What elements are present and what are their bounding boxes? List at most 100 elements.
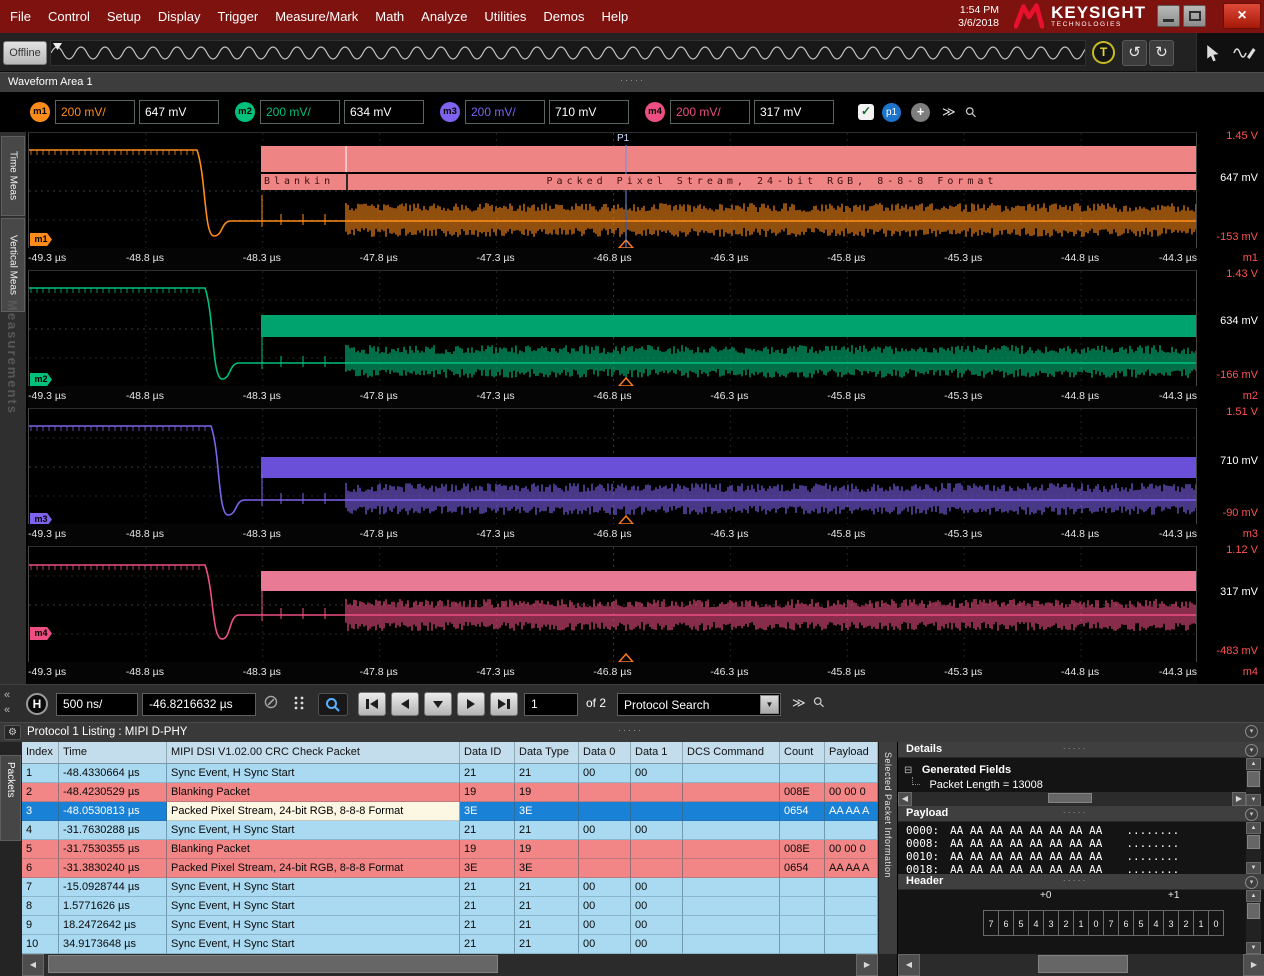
protocol-listing-titlebar[interactable]: ⚙ Protocol 1 Listing : MIPI D-PHY ····· … <box>0 722 1264 742</box>
table-row[interactable]: 3-48.0530813 µsPacked Pixel Stream, 24-b… <box>22 802 878 821</box>
channel-scale-field-m3[interactable]: 200 mV/ <box>465 100 545 124</box>
page-number-field[interactable]: 1 <box>524 693 578 716</box>
more-chevron-icon[interactable]: ≫ <box>792 695 806 711</box>
more-chevron-icon[interactable]: ≫ <box>942 104 956 120</box>
offline-button[interactable]: Offline <box>3 41 47 65</box>
scroll-up-icon[interactable]: ▲ <box>1246 758 1261 770</box>
column-header[interactable]: Time <box>59 742 167 764</box>
payload-titlebar[interactable]: Payload ····· ▾ <box>898 806 1264 822</box>
menu-help[interactable]: Help <box>602 9 629 24</box>
tab-selected-packet-information[interactable]: Selected Packet Information <box>878 742 897 954</box>
waveform-plot-m4[interactable]: m4 <box>28 546 1197 662</box>
horizontal-delay-strip[interactable] <box>50 40 1086 66</box>
channel-badge-m2[interactable]: m2 <box>235 102 255 122</box>
vertical-scrollbar[interactable]: ▲▼ <box>1246 822 1261 874</box>
table-row[interactable]: 1-48.4330664 µsSync Event, H Sync Start2… <box>22 764 878 783</box>
table-row[interactable]: 918.2472642 µsSync Event, H Sync Start21… <box>22 916 878 935</box>
table-row[interactable]: 6-31.3830240 µsPacked Pixel Stream, 24-b… <box>22 859 878 878</box>
collapse-panel-control[interactable]: « « <box>4 688 10 718</box>
pin-icon[interactable]: ⚲ <box>961 102 980 121</box>
scrollbar-thumb[interactable] <box>1048 793 1092 803</box>
redo-button[interactable]: ↻ <box>1149 40 1174 66</box>
scrollbar-thumb[interactable] <box>1247 835 1260 849</box>
settings-gear-button[interactable]: ⚙ <box>4 725 21 740</box>
table-row[interactable]: 5-31.7530355 µsBlanking Packet1919008E00… <box>22 840 878 859</box>
waveform-plot-m3[interactable]: m3 <box>28 408 1197 524</box>
column-header[interactable]: Data 1 <box>631 742 683 764</box>
grid-dots-icon[interactable] <box>292 695 306 716</box>
cursor-p1-label[interactable]: P1 <box>617 133 629 144</box>
channel-offset-field-m1[interactable]: 647 mV <box>139 100 219 124</box>
horizontal-scrollbar[interactable]: ◀▶ <box>898 792 1246 806</box>
menu-display[interactable]: Display <box>158 9 201 24</box>
channel-offset-field-m2[interactable]: 634 mV <box>344 100 424 124</box>
menu-measure-mark[interactable]: Measure/Mark <box>275 9 358 24</box>
scroll-down-icon[interactable]: ▼ <box>1246 942 1261 954</box>
menu-trigger[interactable]: Trigger <box>217 9 258 24</box>
zoom-off-icon[interactable]: ⊘ <box>263 691 279 714</box>
display-checkbox[interactable]: ✓ <box>858 104 874 120</box>
scroll-down-icon[interactable]: ▼ <box>1246 794 1261 806</box>
channel-badge-m4[interactable]: m4 <box>645 102 665 122</box>
tab-packets[interactable]: Packets <box>0 755 21 841</box>
menu-math[interactable]: Math <box>375 9 404 24</box>
column-header[interactable]: Data ID <box>460 742 515 764</box>
vertical-scrollbar[interactable]: ▲▼ <box>1246 890 1261 954</box>
channel-scale-field-m2[interactable]: 200 mV/ <box>260 100 340 124</box>
scroll-right-icon[interactable]: ▶ <box>856 954 878 976</box>
menu-demos[interactable]: Demos <box>543 9 584 24</box>
pin-icon[interactable]: ⚲ <box>809 693 828 712</box>
timebase-position-field[interactable]: -46.8216632 µs <box>142 693 256 716</box>
column-header[interactable]: DCS Command <box>683 742 780 764</box>
channel-scale-field-m4[interactable]: 200 mV/ <box>670 100 750 124</box>
scroll-right-icon[interactable]: ▶ <box>1243 954 1264 976</box>
add-button[interactable]: + <box>911 103 930 122</box>
column-header[interactable]: MIPI DSI V1.02.00 CRC Check Packet <box>167 742 460 764</box>
table-row[interactable]: 4-31.7630288 µsSync Event, H Sync Start2… <box>22 821 878 840</box>
p1-marker-badge[interactable]: p1 <box>882 103 901 122</box>
horizontal-settings-button[interactable]: H <box>26 693 48 715</box>
minimize-button[interactable] <box>1157 5 1180 27</box>
scrollbar-thumb[interactable] <box>48 955 498 973</box>
pointer-icon[interactable] <box>1205 44 1223 62</box>
menu-utilities[interactable]: Utilities <box>484 9 526 24</box>
table-row[interactable]: 81.5771626 µsSync Event, H Sync Start212… <box>22 897 878 916</box>
scrollbar-thumb[interactable] <box>1038 955 1128 973</box>
collapse-chevron-icon[interactable]: ▾ <box>1245 808 1258 821</box>
column-header[interactable]: Index <box>22 742 59 764</box>
step-forward-button[interactable] <box>457 692 485 716</box>
maximize-button[interactable] <box>1183 5 1206 27</box>
zoom-search-button[interactable] <box>318 693 348 716</box>
protocol-search-dropdown[interactable]: Protocol Search ▼ <box>617 693 781 716</box>
dropdown-arrow-icon[interactable]: ▼ <box>760 695 779 714</box>
channel-offset-field-m3[interactable]: 710 mV <box>549 100 629 124</box>
menu-control[interactable]: Control <box>48 9 90 24</box>
header-titlebar[interactable]: Header ····· ▾ <box>898 874 1264 890</box>
stop-button[interactable] <box>424 692 452 716</box>
touch-button[interactable]: T <box>1092 41 1115 64</box>
channel-offset-field-m4[interactable]: 317 mV <box>754 100 834 124</box>
scroll-left-icon[interactable]: ◀ <box>898 792 912 806</box>
menu-setup[interactable]: Setup <box>107 9 141 24</box>
scroll-up-icon[interactable]: ▲ <box>1246 890 1261 902</box>
table-row[interactable]: 2-48.4230529 µsBlanking Packet1919008E00… <box>22 783 878 802</box>
collapse-chevron-icon[interactable]: ▾ <box>1245 725 1258 738</box>
scrollbar-thumb[interactable] <box>1247 771 1260 787</box>
scroll-down-icon[interactable]: ▼ <box>1246 862 1261 874</box>
waveform-area-titlebar[interactable]: Waveform Area 1 ····· <box>0 72 1264 92</box>
table-row[interactable]: 7-15.0928744 µsSync Event, H Sync Start2… <box>22 878 878 897</box>
column-header[interactable]: Data Type <box>515 742 579 764</box>
waveform-edit-icon[interactable] <box>1233 44 1257 62</box>
collapse-chevron-icon[interactable]: ▾ <box>1245 876 1258 889</box>
scroll-right-icon[interactable]: ▶ <box>1232 792 1246 806</box>
horizontal-scrollbar[interactable]: ◀▶ <box>898 954 1264 976</box>
horizontal-scrollbar[interactable]: ◀▶ <box>22 954 878 976</box>
undo-button[interactable]: ↺ <box>1122 40 1147 66</box>
waveform-plot-m1[interactable]: P1BlankinPacked Pixel Stream, 24-bit RGB… <box>28 132 1197 248</box>
menu-file[interactable]: File <box>10 9 31 24</box>
scrollbar-thumb[interactable] <box>1247 903 1260 919</box>
column-header[interactable]: Payload <box>825 742 878 764</box>
waveform-plot-m2[interactable]: m2 <box>28 270 1197 386</box>
details-titlebar[interactable]: Details ····· ▾ <box>898 742 1264 758</box>
collapse-chevron-icon[interactable]: ▾ <box>1245 744 1258 757</box>
